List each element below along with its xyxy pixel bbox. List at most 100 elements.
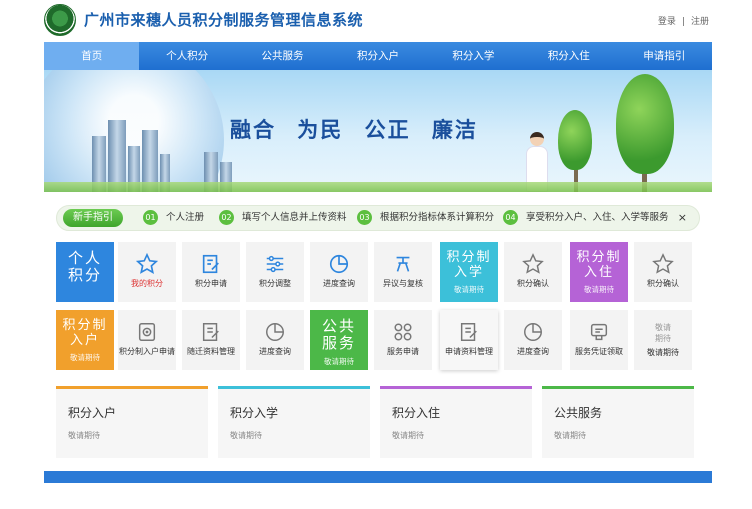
card-points-hukou[interactable]: 积分入户 敬请期待 xyxy=(56,386,208,458)
card-subtitle: 敬请期待 xyxy=(68,431,100,440)
pie-chart-icon xyxy=(266,323,284,341)
tile-review[interactable]: 异议与复核 xyxy=(374,242,432,302)
nav-item-public-service[interactable]: 公共服务 xyxy=(235,42,330,70)
tile-title: 积分制入户 xyxy=(62,318,108,348)
star-outline-icon xyxy=(522,253,544,274)
card-points-school[interactable]: 积分入学 敬请期待 xyxy=(218,386,370,458)
pie-chart-icon xyxy=(329,254,349,274)
guide-step-3: 03 根据积分指标体系计算积分 xyxy=(357,210,494,226)
tile-label: 申请资料管理 xyxy=(445,347,493,356)
tile-coming-soon[interactable]: 敬请期待 敬请期待 xyxy=(634,310,692,370)
tile-points-adjust[interactable]: 积分调整 xyxy=(246,242,304,302)
tile-points-apply[interactable]: 积分申请 xyxy=(182,242,240,302)
document-edit-icon xyxy=(460,323,477,341)
tile-label: 我的积分 xyxy=(131,279,163,288)
tile-points-confirm-2[interactable]: 积分确认 xyxy=(634,242,692,302)
step-number: 03 xyxy=(357,210,372,225)
card-title: 公共服务 xyxy=(554,406,603,420)
grass-strip xyxy=(44,182,712,192)
tile-my-points[interactable]: 我的积分 xyxy=(118,242,176,302)
tile-label: 进度查询 xyxy=(517,347,549,356)
register-link[interactable]: 注册 xyxy=(691,17,709,27)
step-text: 填写个人信息并上传资料 xyxy=(242,212,347,223)
main-nav: 首页 个人积分 公共服务 积分入户 积分入学 积分入住 申请指引 xyxy=(44,42,712,70)
tile-label: 敬请期待 xyxy=(647,348,679,357)
guide-label: 新手指引 xyxy=(63,209,123,227)
tile-progress-query[interactable]: 进度查询 xyxy=(310,242,368,302)
link-separator: | xyxy=(681,17,685,27)
nav-item-home[interactable]: 首页 xyxy=(44,42,140,70)
coming-soon-text: 敬请期待 xyxy=(655,323,671,343)
tile-label: 进度查询 xyxy=(323,279,355,288)
newbie-guide-bar: 新手指引 01 个人注册 02 填写个人信息并上传资料 03 根据积分指标体系计算积分… xyxy=(56,205,700,231)
tile-label: 服务申请 xyxy=(387,347,419,356)
tile-voucher[interactable]: 服务凭证领取 xyxy=(570,310,628,370)
sliders-icon xyxy=(266,255,284,273)
nav-item-points-school[interactable]: 积分入学 xyxy=(426,42,521,70)
target-icon xyxy=(138,323,156,341)
footer-bar xyxy=(44,471,712,483)
tile-points-confirm-1[interactable]: 积分确认 xyxy=(504,242,562,302)
tree-image xyxy=(616,74,674,174)
card-title: 积分入户 xyxy=(68,406,117,420)
close-icon[interactable]: × xyxy=(678,211,687,224)
step-number: 01 xyxy=(143,210,158,225)
guide-step-2: 02 填写个人信息并上传资料 xyxy=(219,210,347,226)
star-outline-icon xyxy=(652,253,674,274)
tile-points-hukou[interactable]: 积分制入户 敬请期待 xyxy=(56,310,114,370)
tile-title: 积分制入住 xyxy=(576,250,622,280)
card-title: 积分入学 xyxy=(230,406,279,420)
emblem-logo-icon xyxy=(44,4,76,36)
grid-icon xyxy=(394,323,412,341)
card-subtitle: 敬请期待 xyxy=(392,431,424,440)
tile-public-service[interactable]: 公共服务 敬请期待 xyxy=(310,310,368,370)
card-subtitle: 敬请期待 xyxy=(554,431,586,440)
nav-item-guide[interactable]: 申请指引 xyxy=(617,42,712,70)
step-text: 根据积分指标体系计算积分 xyxy=(380,212,495,223)
tile-material-manage[interactable]: 随迁资料管理 xyxy=(182,310,240,370)
site-title: 广州市来穗人员积分制服务管理信息系统 xyxy=(84,11,364,29)
tree-image xyxy=(558,110,592,170)
tile-label: 积分制入户申请 xyxy=(119,347,175,356)
tile-progress-query-3[interactable]: 进度查询 xyxy=(504,310,562,370)
tile-title: 公共服务 xyxy=(321,317,356,352)
tile-label: 积分申请 xyxy=(195,279,227,288)
tile-subtitle: 敬请期待 xyxy=(70,353,100,362)
login-link[interactable]: 登录 xyxy=(658,17,676,27)
step-number: 04 xyxy=(503,210,518,225)
tile-points-school[interactable]: 积分制入学 敬请期待 xyxy=(440,242,498,302)
nav-item-points-hukou[interactable]: 积分入户 xyxy=(330,42,425,70)
tile-label: 异议与复核 xyxy=(383,279,423,288)
tile-progress-query-2[interactable]: 进度查询 xyxy=(246,310,304,370)
tile-personal-points[interactable]: 个人积分 xyxy=(56,242,114,302)
nav-item-points-housing[interactable]: 积分入住 xyxy=(521,42,616,70)
tile-apply-material[interactable]: 申请资料管理 xyxy=(440,310,498,370)
tile-subtitle: 敬请期待 xyxy=(324,357,354,366)
tile-label: 进度查询 xyxy=(259,347,291,356)
tile-subtitle: 敬请期待 xyxy=(454,285,484,294)
tile-hukou-apply[interactable]: 积分制入户申请 xyxy=(118,310,176,370)
top-links: 登录 | 注册 xyxy=(655,14,712,27)
tile-label: 积分确认 xyxy=(647,279,679,288)
site-header: 广州市来穗人员积分制服务管理信息系统 登录 | 注册 xyxy=(0,0,752,42)
tile-label: 随迁资料管理 xyxy=(187,347,235,356)
star-icon xyxy=(136,253,158,274)
document-icon xyxy=(202,323,219,341)
edit-form-icon xyxy=(202,254,219,274)
card-points-housing[interactable]: 积分入住 敬请期待 xyxy=(380,386,532,458)
step-number: 02 xyxy=(219,210,234,225)
hero-banner: 融合 为民 公正 廉洁 xyxy=(44,70,712,192)
tile-points-housing[interactable]: 积分制入住 敬请期待 xyxy=(570,242,628,302)
guide-step-4: 04 享受积分入户、入住、入学等服务 xyxy=(503,210,669,226)
tile-service-apply[interactable]: 服务申请 xyxy=(374,310,432,370)
tile-label: 积分确认 xyxy=(517,279,549,288)
step-text: 个人注册 xyxy=(166,212,205,223)
pie-chart-icon xyxy=(524,323,542,341)
voucher-icon xyxy=(590,323,608,341)
tile-subtitle: 敬请期待 xyxy=(584,285,614,294)
dispute-icon xyxy=(396,256,410,272)
card-public-service[interactable]: 公共服务 敬请期待 xyxy=(542,386,694,458)
step-text: 享受积分入户、入住、入学等服务 xyxy=(526,212,669,223)
nav-item-personal-points[interactable]: 个人积分 xyxy=(139,42,234,70)
tile-label: 积分调整 xyxy=(259,279,291,288)
